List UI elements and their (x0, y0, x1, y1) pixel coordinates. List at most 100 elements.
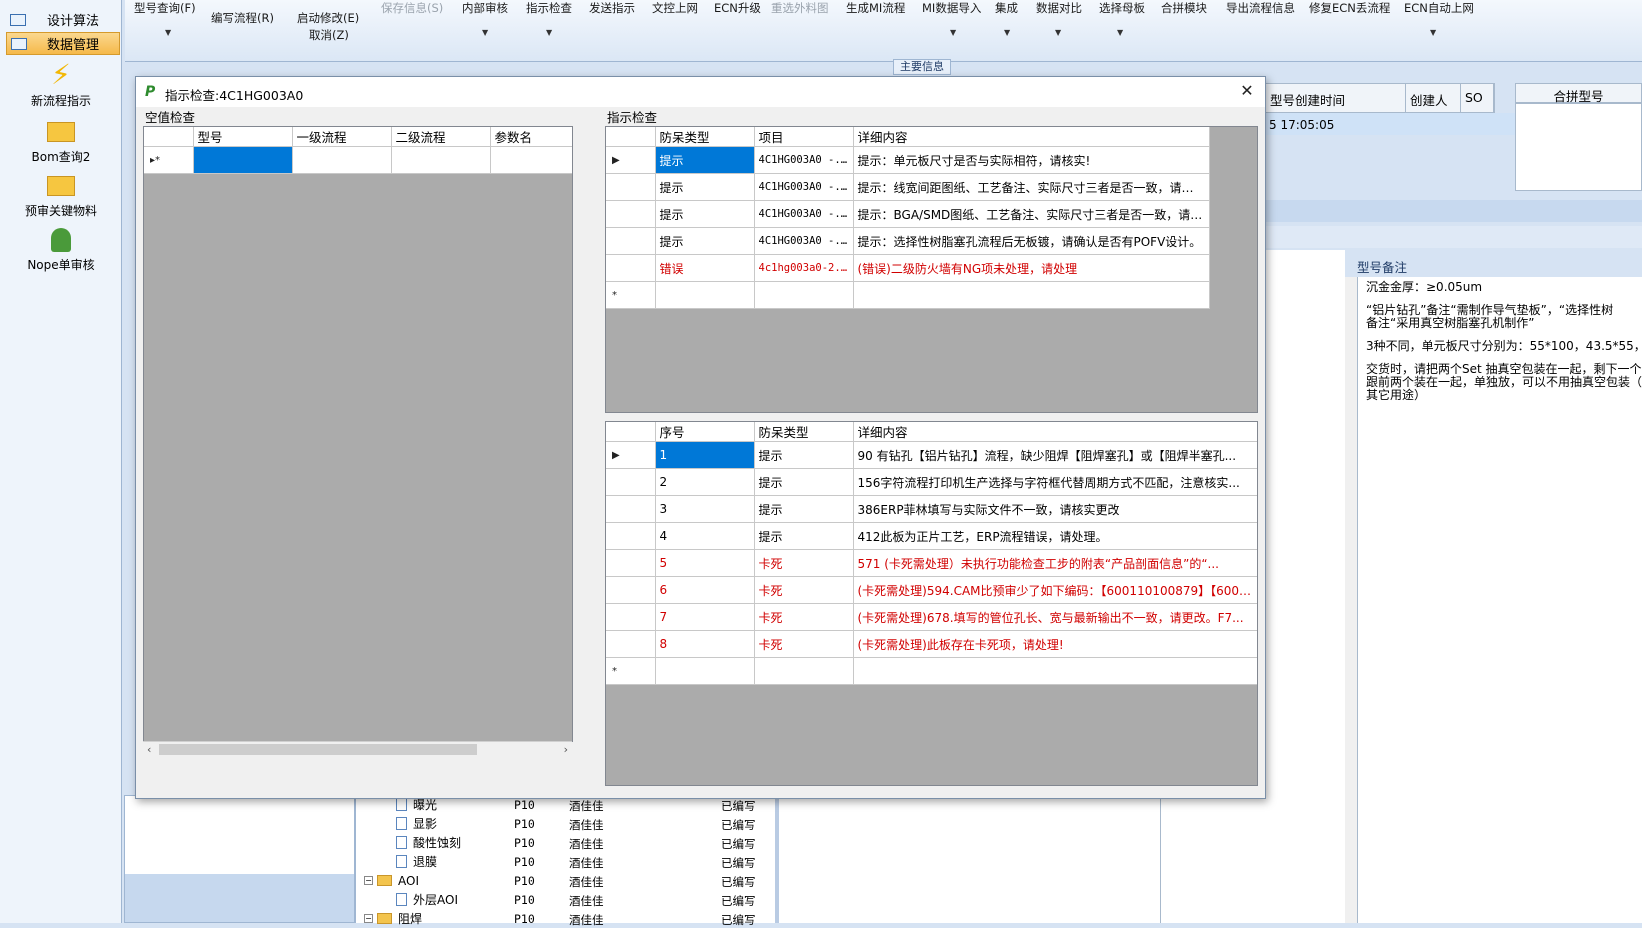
scrollbar-thumb[interactable] (159, 744, 477, 755)
row-header[interactable] (606, 603, 656, 631)
table-row[interactable]: 2 提示 156字符流程打印机生产选择与字符框代替周期方式不匹配，注意核实... (606, 468, 1257, 496)
table-row[interactable]: 提示 4C1HG003A0 -... 提示：线宽间距图纸、工艺备注、实际尺寸三者是否… (606, 173, 1210, 201)
cell-detail[interactable]: (错误)二级防火墙有NG项未处理，请处理 (853, 254, 1210, 282)
cell-item[interactable]: 4c1hg003a0-2... (754, 254, 854, 282)
tree-node[interactable]: 显影 (396, 814, 437, 833)
table-row[interactable]: ▶ 1 提示 90 有钻孔【铝片钻孔】流程，缺少阻焊【阻焊塞孔】或【阻焊半塞孔... (606, 441, 1257, 469)
nav-item-data-management[interactable]: 数据管理 (6, 32, 120, 55)
toolbar-indication-check[interactable]: 指示检查 (526, 0, 572, 16)
toolbar-write-flow[interactable]: 编写流程(R) (211, 10, 274, 26)
cell-detail[interactable]: 提示：选择性树脂塞孔流程后无板镀，请确认是否有POFV设计。 (853, 227, 1210, 255)
cell-type[interactable]: 提示 (655, 173, 755, 201)
toolbar-export-flow-info[interactable]: 导出流程信息 (1226, 0, 1295, 16)
row-header[interactable] (606, 576, 656, 604)
new-row[interactable]: * (606, 657, 1257, 685)
cell-type[interactable]: 提示 (754, 522, 854, 550)
nav-nope-review[interactable]: Nope单审核 (0, 222, 122, 273)
cell-item[interactable]: 4C1HG003A0 -... (754, 173, 854, 201)
cell-type[interactable]: 错误 (655, 254, 755, 282)
grid-cell[interactable] (193, 146, 293, 174)
dialog-titlebar[interactable]: P 指示检查:4C1HG003A0 ✕ (136, 77, 1265, 107)
scroll-right-icon[interactable]: › (564, 742, 568, 757)
toolbar-ecn-auto-online[interactable]: ECN自动上网 (1404, 0, 1474, 16)
toolbar-doc-control-online[interactable]: 文控上网 (652, 0, 698, 16)
row-header[interactable] (606, 549, 656, 577)
cell-detail[interactable]: (卡死需处理)此板存在卡死项，请处理! (853, 630, 1257, 658)
column-header[interactable]: 防呆类型 (655, 127, 755, 147)
cell-type[interactable]: 卡死 (754, 603, 854, 631)
new-row[interactable]: ▸* (144, 146, 572, 174)
tree-node[interactable]: 外层AOI (396, 890, 458, 909)
toolbar-reselect-material[interactable]: 重选外料图 (771, 0, 829, 16)
row-header[interactable] (606, 227, 656, 255)
chevron-down-icon[interactable]: ▼ (1004, 28, 1010, 37)
process-tree[interactable]: 曝光 P10 酒佳佳 已编写 显影 P10 酒佳佳 已编写 酸性蚀刻 P10 酒佳佳 已编写 退膜 P10… (355, 795, 775, 927)
chevron-down-icon[interactable]: ▼ (165, 28, 171, 37)
tree-node[interactable]: − AOI (364, 871, 419, 890)
column-header[interactable]: 二级流程 (391, 127, 491, 147)
new-row-marker[interactable]: * (606, 657, 656, 685)
table-row[interactable]: 8 卡死 (卡死需处理)此板存在卡死项，请处理! (606, 630, 1257, 658)
remark-scrollbar[interactable] (1345, 277, 1357, 923)
cell-detail[interactable]: 156字符流程打印机生产选择与字符框代替周期方式不匹配，注意核实... (853, 468, 1257, 496)
grid-cell[interactable] (853, 657, 1257, 685)
cell-type[interactable]: 提示 (655, 200, 755, 228)
cell-detail[interactable]: (卡死需处理)594.CAM比预审少了如下编码：【600110100879】【6… (853, 576, 1257, 604)
chevron-down-icon[interactable]: ▼ (1055, 28, 1061, 37)
main-info-tab[interactable]: 主要信息 (893, 59, 951, 75)
toolbar-merge-module[interactable]: 合拼模块 (1161, 0, 1207, 16)
toolbar-start-modify[interactable]: 启动修改(E) (297, 10, 359, 26)
nav-key-material-review[interactable]: 预审关键物料 (0, 168, 122, 219)
toolbar-save-info[interactable]: 保存信息(S) (381, 0, 443, 16)
sequence-check-grid[interactable]: 序号 防呆类型 详细内容 ▶ 1 提示 90 有钻孔【铝片钻孔】流程，缺少阻焊【阻焊塞… (605, 421, 1258, 786)
table-row[interactable]: 4 提示 412此板为正片工艺，ERP流程错误，请处理。 (606, 522, 1257, 550)
column-header[interactable]: 参数名 (490, 127, 572, 147)
nav-new-flow-indication[interactable]: ⚡ 新流程指示 (0, 58, 122, 109)
cell-type[interactable]: 提示 (655, 227, 755, 255)
model-remark-text[interactable]: 沉金金厚：≥0.05um “铝片钻孔”备注“需制作导气垫板”，“选择性树 备注“… (1357, 277, 1642, 923)
chevron-down-icon[interactable]: ▼ (1117, 28, 1123, 37)
toolbar-generate-mi-flow[interactable]: 生成MI流程 (846, 0, 905, 16)
column-header[interactable]: 详细内容 (853, 422, 1257, 442)
nav-item-design-algorithm[interactable]: 设计算法 (6, 8, 120, 31)
cell-number[interactable]: 8 (655, 630, 755, 658)
toolbar-integrate[interactable]: 集成 (995, 0, 1018, 16)
toolbar-cancel[interactable]: 取消(Z) (309, 27, 349, 43)
cell-number[interactable]: 6 (655, 576, 755, 604)
toolbar-fix-ecn-flow[interactable]: 修复ECN丢流程 (1309, 0, 1390, 16)
cell-detail[interactable]: 571 (卡死需处理）未执行功能检查工步的附表“产品剖面信息”的“... (853, 549, 1257, 577)
table-row[interactable]: 3 提示 386ERP菲林填写与实际文件不一致，请核实更改 (606, 495, 1257, 523)
row-header[interactable]: ▶ (606, 441, 656, 469)
cell-detail[interactable]: 412此板为正片工艺，ERP流程错误，请处理。 (853, 522, 1257, 550)
row-header[interactable] (606, 254, 656, 282)
merge-model-list[interactable] (1515, 103, 1642, 191)
table-row[interactable]: 提示 4C1HG003A0 -... 提示：选择性树脂塞孔流程后无板镀，请确认是否有… (606, 227, 1210, 255)
column-header[interactable]: 序号 (655, 422, 755, 442)
column-header[interactable]: 型号创建时间 (1266, 84, 1406, 112)
cell-number[interactable]: 7 (655, 603, 755, 631)
column-header[interactable]: 型号 (193, 127, 293, 147)
chevron-down-icon[interactable]: ▼ (950, 28, 956, 37)
cell-number[interactable]: 3 (655, 495, 755, 523)
cell-detail[interactable]: 386ERP菲林填写与实际文件不一致，请核实更改 (853, 495, 1257, 523)
cell-detail[interactable]: 90 有钻孔【铝片钻孔】流程，缺少阻焊【阻焊塞孔】或【阻焊半塞孔... (853, 441, 1257, 469)
collapse-icon[interactable]: − (364, 876, 373, 885)
cell-type[interactable]: 提示 (655, 146, 755, 174)
new-row-marker[interactable]: * (606, 281, 656, 309)
grid-cell[interactable] (853, 281, 1210, 309)
cell-detail[interactable]: 提示：单元板尺寸是否与实际相符，请核实! (853, 146, 1210, 174)
table-row[interactable]: 7 卡死 (卡死需处理)678.填写的管位孔长、宽与最新输出不一致，请更改。F7..… (606, 603, 1257, 631)
grid-cell[interactable] (292, 146, 392, 174)
table-row[interactable]: 5 卡死 571 (卡死需处理）未执行功能检查工步的附表“产品剖面信息”的“... (606, 549, 1257, 577)
collapse-icon[interactable]: − (364, 914, 373, 923)
toolbar-model-query[interactable]: 型号查询(F) (134, 0, 196, 16)
close-icon[interactable]: ✕ (1237, 81, 1257, 101)
tree-node[interactable]: 酸性蚀刻 (396, 833, 461, 852)
cell-number[interactable]: 5 (655, 549, 755, 577)
row-header[interactable] (606, 173, 656, 201)
table-row[interactable]: 提示 4C1HG003A0 -... 提示：BGA/SMD图纸、工艺备注、实际尺寸三… (606, 200, 1210, 228)
table-row[interactable]: 错误 4c1hg003a0-2... (错误)二级防火墙有NG项未处理，请处理 (606, 254, 1210, 282)
chevron-down-icon[interactable]: ▼ (482, 28, 488, 37)
cell-type[interactable]: 卡死 (754, 576, 854, 604)
new-row-marker[interactable]: ▸* (144, 146, 194, 174)
